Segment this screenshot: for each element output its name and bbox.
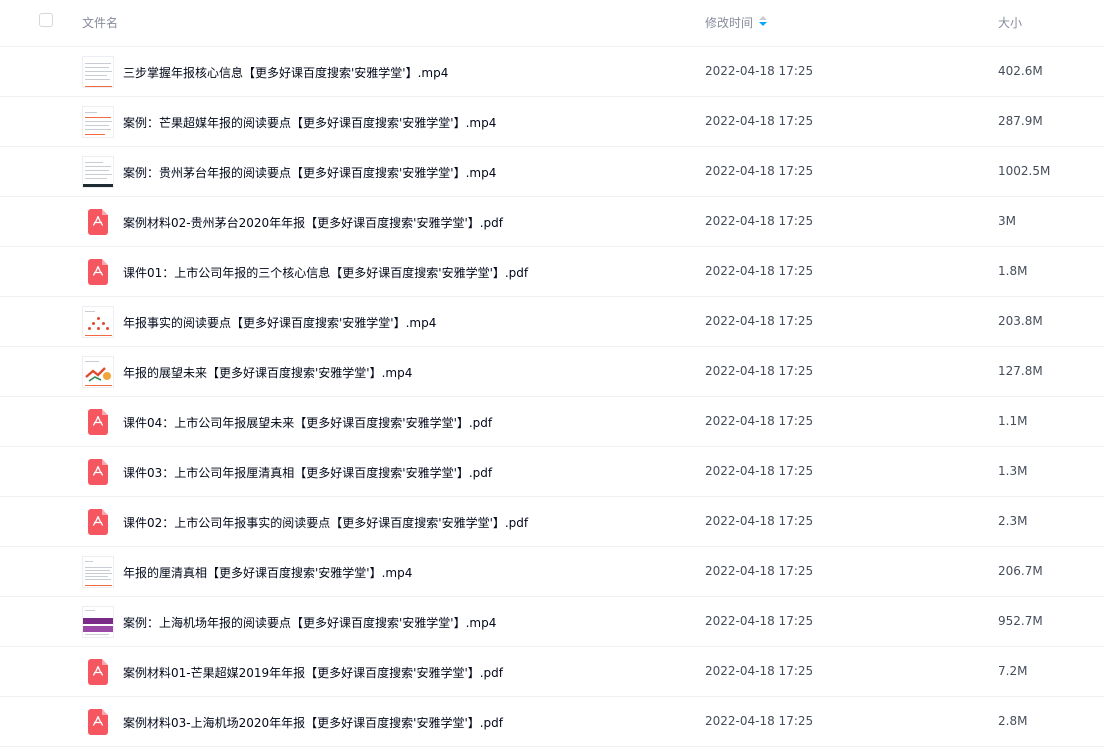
column-header-time[interactable]: 修改时间 — [705, 14, 768, 31]
file-size: 1.1M — [998, 414, 1028, 428]
pdf-icon — [88, 259, 108, 285]
file-name[interactable]: 案例材料03-上海机场2020年年报【更多好课百度搜索'安雅学堂'】.pdf — [123, 714, 503, 731]
file-modified-time: 2022-04-18 17:25 — [705, 214, 814, 228]
pdf-icon — [88, 659, 108, 685]
file-modified-time: 2022-04-18 17:25 — [705, 264, 814, 278]
file-row[interactable]: 课件01：上市公司年报的三个核心信息【更多好课百度搜索'安雅学堂'】.pdf 2… — [0, 247, 1104, 297]
column-header-time-label: 修改时间 — [705, 16, 754, 30]
pdf-icon — [88, 459, 108, 485]
file-modified-time: 2022-04-18 17:25 — [705, 64, 814, 78]
file-size: 402.6M — [998, 64, 1043, 78]
pdf-icon — [88, 709, 108, 735]
file-name[interactable]: 课件01：上市公司年报的三个核心信息【更多好课百度搜索'安雅学堂'】.pdf — [123, 264, 528, 281]
file-modified-time: 2022-04-18 17:25 — [705, 314, 814, 328]
file-name[interactable]: 案例：芒果超媒年报的阅读要点【更多好课百度搜索'安雅学堂'】.mp4 — [123, 114, 496, 131]
video-thumbnail-icon — [82, 156, 114, 188]
file-row[interactable]: 课件03：上市公司年报厘清真相【更多好课百度搜索'安雅学堂'】.pdf 2022… — [0, 447, 1104, 497]
sort-descending-icon[interactable] — [759, 16, 768, 28]
file-modified-time: 2022-04-18 17:25 — [705, 664, 814, 678]
file-modified-time: 2022-04-18 17:25 — [705, 164, 814, 178]
file-size: 1.8M — [998, 264, 1028, 278]
file-modified-time: 2022-04-18 17:25 — [705, 614, 814, 628]
file-name[interactable]: 课件04：上市公司年报展望未来【更多好课百度搜索'安雅学堂'】.pdf — [123, 414, 492, 431]
file-row[interactable]: 案例：芒果超媒年报的阅读要点【更多好课百度搜索'安雅学堂'】.mp4 2022-… — [0, 97, 1104, 147]
file-name[interactable]: 案例：上海机场年报的阅读要点【更多好课百度搜索'安雅学堂'】.mp4 — [123, 614, 496, 631]
file-row[interactable]: 案例：上海机场年报的阅读要点【更多好课百度搜索'安雅学堂'】.mp4 2022-… — [0, 597, 1104, 647]
file-row[interactable]: 案例材料03-上海机场2020年年报【更多好课百度搜索'安雅学堂'】.pdf 2… — [0, 697, 1104, 747]
file-size: 2.8M — [998, 714, 1028, 728]
file-row[interactable]: 三步掌握年报核心信息【更多好课百度搜索'安雅学堂'】.mp4 2022-04-1… — [0, 47, 1104, 97]
file-name[interactable]: 年报的展望未来【更多好课百度搜索'安雅学堂'】.mp4 — [123, 364, 412, 381]
video-thumbnail-icon — [82, 606, 114, 638]
file-name[interactable]: 案例：贵州茅台年报的阅读要点【更多好课百度搜索'安雅学堂'】.mp4 — [123, 164, 496, 181]
file-row[interactable]: 课件02：上市公司年报事实的阅读要点【更多好课百度搜索'安雅学堂'】.pdf 2… — [0, 497, 1104, 547]
file-size: 127.8M — [998, 364, 1043, 378]
column-header-size[interactable]: 大小 — [998, 14, 1022, 31]
file-modified-time: 2022-04-18 17:25 — [705, 364, 814, 378]
file-size: 952.7M — [998, 614, 1043, 628]
file-row[interactable]: 年报的展望未来【更多好课百度搜索'安雅学堂'】.mp4 2022-04-18 1… — [0, 347, 1104, 397]
file-row[interactable]: 案例材料01-芒果超媒2019年年报【更多好课百度搜索'安雅学堂'】.pdf 2… — [0, 647, 1104, 697]
file-row[interactable]: 年报事实的阅读要点【更多好课百度搜索'安雅学堂'】.mp4 2022-04-18… — [0, 297, 1104, 347]
file-size: 1002.5M — [998, 164, 1051, 178]
pdf-icon — [88, 509, 108, 535]
file-row[interactable]: 年报的厘清真相【更多好课百度搜索'安雅学堂'】.mp4 2022-04-18 1… — [0, 547, 1104, 597]
file-modified-time: 2022-04-18 17:25 — [705, 564, 814, 578]
file-size: 206.7M — [998, 564, 1043, 578]
file-size: 7.2M — [998, 664, 1028, 678]
file-name[interactable]: 课件03：上市公司年报厘清真相【更多好课百度搜索'安雅学堂'】.pdf — [123, 464, 492, 481]
file-row[interactable]: 案例材料02-贵州茅台2020年年报【更多好课百度搜索'安雅学堂'】.pdf 2… — [0, 197, 1104, 247]
video-thumbnail-icon — [82, 556, 114, 588]
file-size: 1.3M — [998, 464, 1028, 478]
video-thumbnail-icon — [82, 356, 114, 388]
file-modified-time: 2022-04-18 17:25 — [705, 414, 814, 428]
video-thumbnail-icon — [82, 56, 114, 88]
file-list: 文件名 修改时间 大小 三步掌握年报核心信息【更多好课百度搜索'安雅学堂'】.m… — [0, 0, 1104, 748]
file-list-header: 文件名 修改时间 大小 — [0, 0, 1104, 47]
file-name[interactable]: 案例材料01-芒果超媒2019年年报【更多好课百度搜索'安雅学堂'】.pdf — [123, 664, 503, 681]
file-size: 2.3M — [998, 514, 1028, 528]
video-thumbnail-icon — [82, 106, 114, 138]
file-modified-time: 2022-04-18 17:25 — [705, 714, 814, 728]
file-modified-time: 2022-04-18 17:25 — [705, 114, 814, 128]
file-name[interactable]: 三步掌握年报核心信息【更多好课百度搜索'安雅学堂'】.mp4 — [123, 64, 448, 81]
file-name[interactable]: 年报的厘清真相【更多好课百度搜索'安雅学堂'】.mp4 — [123, 564, 412, 581]
file-row[interactable]: 课件04：上市公司年报展望未来【更多好课百度搜索'安雅学堂'】.pdf 2022… — [0, 397, 1104, 447]
file-size: 203.8M — [998, 314, 1043, 328]
file-name[interactable]: 年报事实的阅读要点【更多好课百度搜索'安雅学堂'】.mp4 — [123, 314, 436, 331]
file-name[interactable]: 案例材料02-贵州茅台2020年年报【更多好课百度搜索'安雅学堂'】.pdf — [123, 214, 503, 231]
pdf-icon — [88, 209, 108, 235]
select-all-checkbox[interactable] — [39, 13, 53, 27]
file-size: 287.9M — [998, 114, 1043, 128]
file-size: 3M — [998, 214, 1016, 228]
file-row[interactable]: 案例：贵州茅台年报的阅读要点【更多好课百度搜索'安雅学堂'】.mp4 2022-… — [0, 147, 1104, 197]
file-modified-time: 2022-04-18 17:25 — [705, 464, 814, 478]
video-thumbnail-icon — [82, 306, 114, 338]
pdf-icon — [88, 409, 108, 435]
column-header-name[interactable]: 文件名 — [82, 14, 118, 31]
file-modified-time: 2022-04-18 17:25 — [705, 514, 814, 528]
file-name[interactable]: 课件02：上市公司年报事实的阅读要点【更多好课百度搜索'安雅学堂'】.pdf — [123, 514, 528, 531]
